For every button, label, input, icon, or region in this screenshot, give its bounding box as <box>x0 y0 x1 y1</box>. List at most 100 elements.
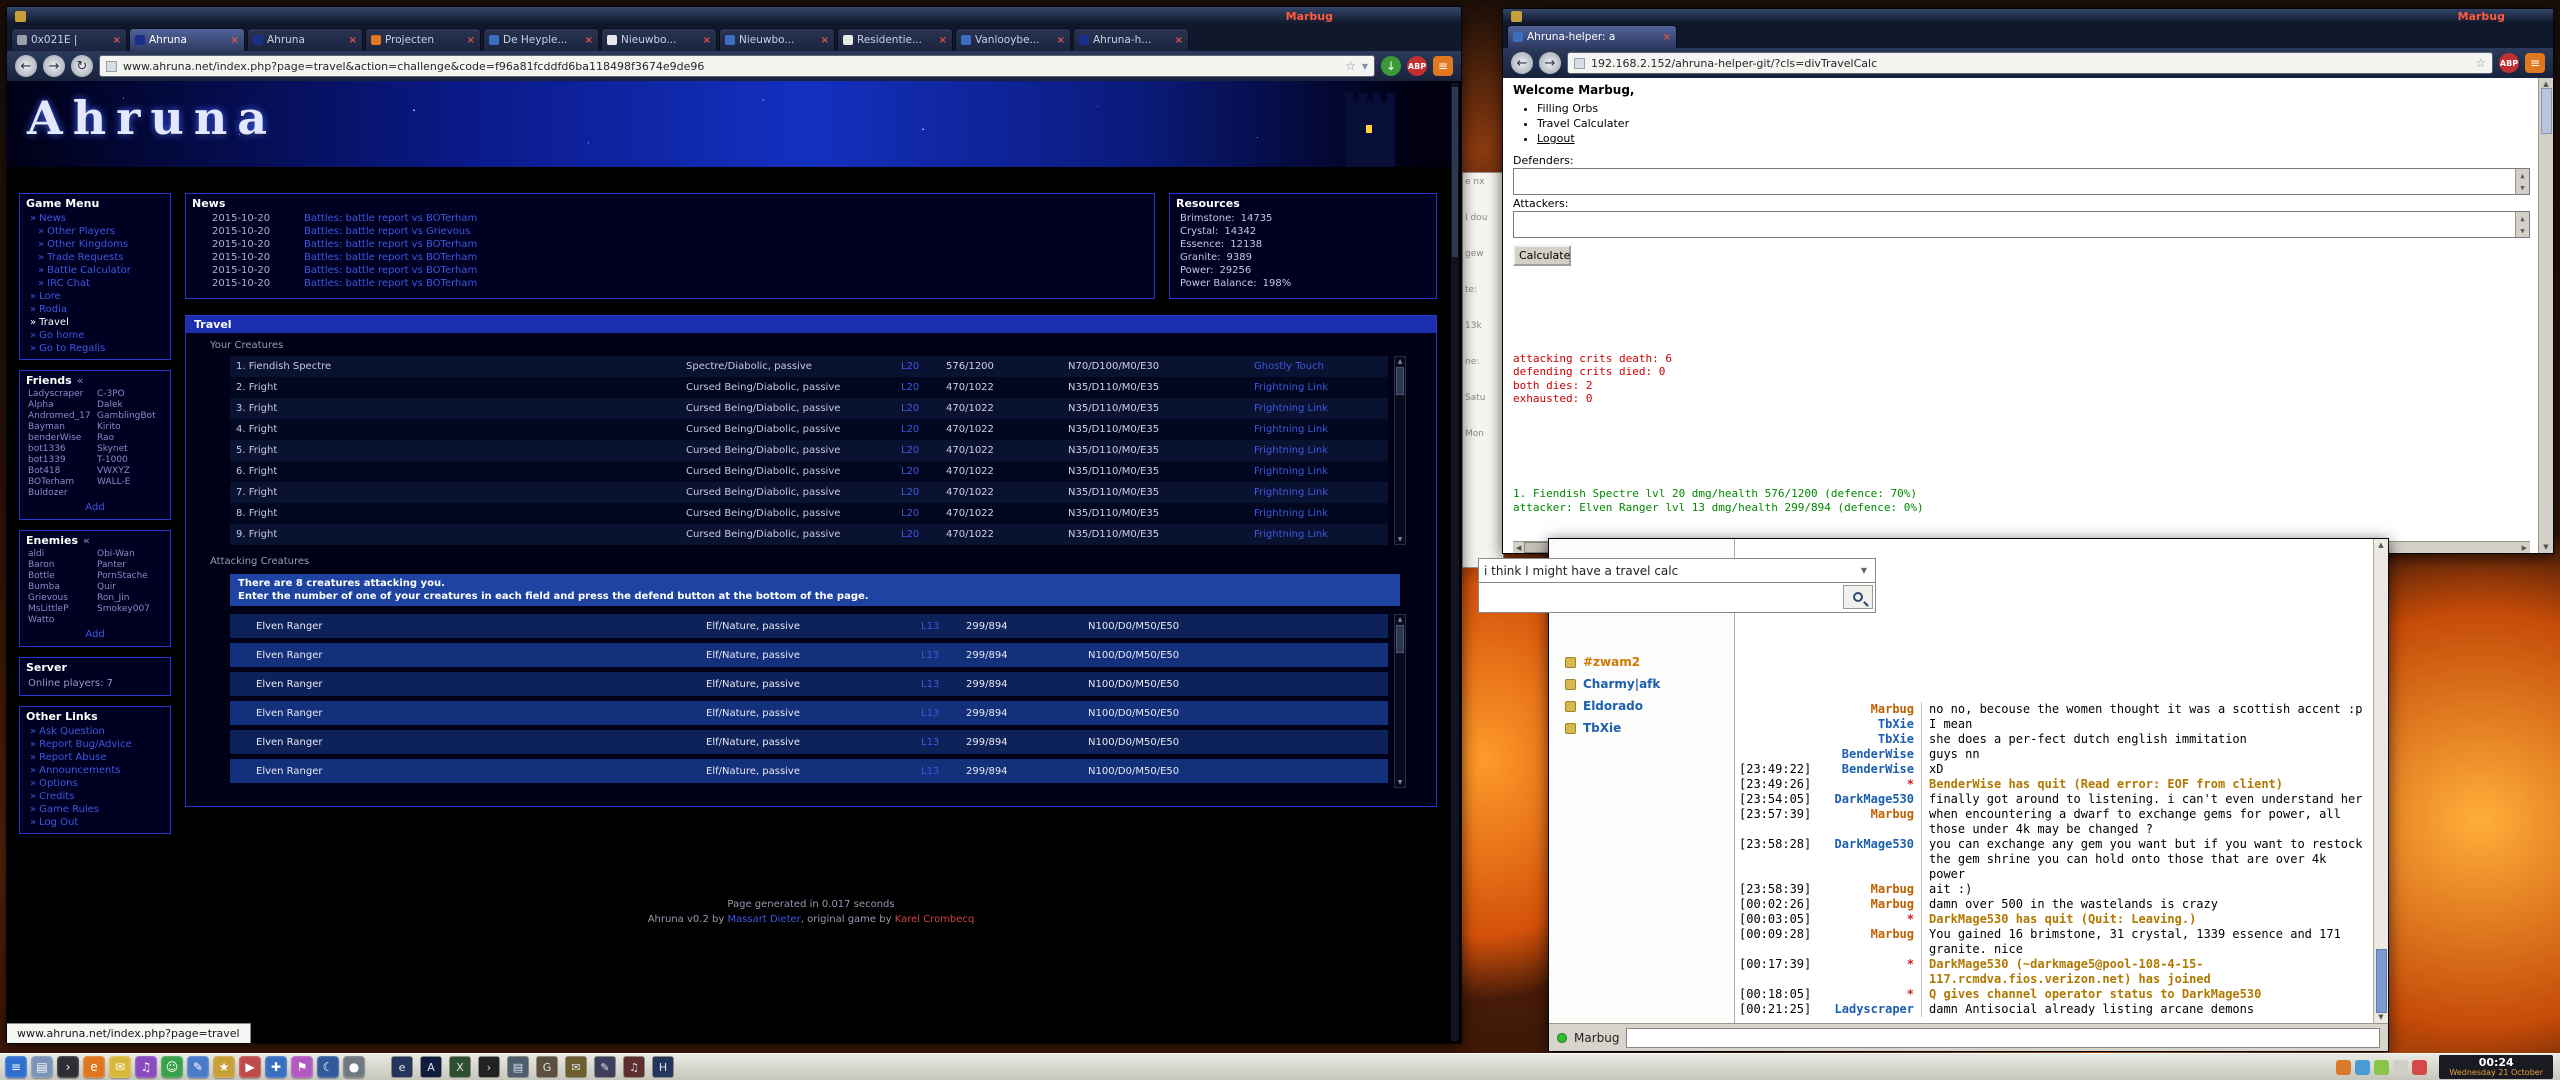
message-nick[interactable]: Marbug <box>1817 897 1921 912</box>
tab-close-icon[interactable]: × <box>349 35 357 46</box>
calculate-button[interactable]: Calculate <box>1513 245 1571 266</box>
editor-icon[interactable]: ✎ <box>187 1056 209 1078</box>
friend-name-link[interactable]: Ladyscraper <box>28 389 93 399</box>
tab-close-icon[interactable]: × <box>231 35 239 46</box>
friend-name-link[interactable]: Skynet <box>97 444 162 454</box>
enemy-name-link[interactable]: aldi <box>28 549 93 559</box>
friend-name-link[interactable]: VWXYZ <box>97 466 162 476</box>
music-icon[interactable]: ♫ <box>135 1056 157 1078</box>
bookmark-star-icon[interactable]: ☆ <box>2475 56 2486 70</box>
tab-close-icon[interactable]: × <box>821 35 829 46</box>
channel-item[interactable]: Charmy|afk <box>1549 673 1734 695</box>
creature-level-link[interactable]: L20 <box>901 445 946 456</box>
creature-ability-link[interactable]: Frightning Link <box>1254 445 1388 456</box>
download-icon[interactable]: ↓ <box>1381 56 1401 76</box>
reload-button[interactable]: ↻ <box>71 55 93 77</box>
friend-name-link[interactable]: Rao <box>97 433 162 443</box>
window-music[interactable]: ♫ <box>623 1056 645 1078</box>
friend-name-link[interactable]: Andromed_17 <box>28 411 93 421</box>
attackers-listbox[interactable]: There are 8 creatures attacking you.Ente… <box>1513 211 2530 238</box>
friend-name-link[interactable]: Dalek <box>97 400 162 410</box>
tab-close-icon[interactable]: × <box>585 35 593 46</box>
news-link[interactable]: Battles: battle report vs BOTerham <box>304 278 477 289</box>
titlebar[interactable]: Marbug <box>7 7 1461 25</box>
forward-button[interactable]: → <box>1539 52 1561 74</box>
search-input[interactable]: i think I might have a travel calc ▼ <box>1478 558 1876 583</box>
own-nick[interactable]: Marbug <box>1574 1031 1619 1045</box>
friend-name-link[interactable]: benderWise <box>28 433 93 443</box>
browser-tab[interactable]: Nieuwbo... × <box>601 28 717 51</box>
chat-icon[interactable]: ☺ <box>161 1056 183 1078</box>
attacker-level-link[interactable]: L13 <box>921 708 966 719</box>
window-xchat[interactable]: X <box>449 1056 471 1078</box>
friend-name-link[interactable]: Kirito <box>97 422 162 432</box>
add-friend-link[interactable]: Add <box>20 502 170 513</box>
page-scrollbar[interactable] <box>1451 83 1459 1041</box>
browser-tab[interactable]: Ahruna-h... × <box>1073 28 1189 51</box>
author-link[interactable]: Massart Dieter <box>727 914 800 925</box>
friend-name-link[interactable]: bot1336 <box>28 444 93 454</box>
scrollbar[interactable]: ▲▼ <box>2515 212 2529 237</box>
mail-icon[interactable]: ✉ <box>109 1056 131 1078</box>
browser-tab[interactable]: Ahruna × <box>247 28 363 51</box>
menu-link[interactable]: »Go home <box>20 329 170 342</box>
attacker-level-link[interactable]: L13 <box>921 650 966 661</box>
clock[interactable]: 00:24 Wednesday 21 October <box>2439 1055 2553 1079</box>
creature-ability-link[interactable]: Frightning Link <box>1254 403 1388 414</box>
attacker-level-link[interactable]: L13 <box>921 679 966 690</box>
news-link[interactable]: Battles: battle report vs BOTerham <box>304 213 477 224</box>
other-link[interactable]: »Report Bug/Advice <box>20 738 170 751</box>
menu-link[interactable]: »Battle Calculator <box>20 264 170 277</box>
enemy-name-link[interactable]: Obi-Wan <box>97 549 162 559</box>
creature-ability-link[interactable]: Frightning Link <box>1254 466 1388 477</box>
friend-name-link[interactable]: GamblingBot <box>97 411 162 421</box>
friend-name-link[interactable]: Buldozer <box>28 488 93 498</box>
tab-close-icon[interactable]: × <box>1057 35 1065 46</box>
chat-scrollbar[interactable]: ▲▼ <box>2373 539 2388 1023</box>
original-author-link[interactable]: Karel Crombecq <box>895 914 975 925</box>
app-menu-icon[interactable]: ≡ <box>5 1056 27 1078</box>
creature-level-link[interactable]: L20 <box>901 529 946 540</box>
window-gimp[interactable]: G <box>536 1056 558 1078</box>
enemy-name-link[interactable]: Quir <box>97 582 162 592</box>
forward-button[interactable]: → <box>43 55 65 77</box>
tab-close-icon[interactable]: × <box>703 35 711 46</box>
enemy-name-link[interactable]: Bottle <box>28 571 93 581</box>
scrollbar[interactable]: ▲▼ <box>2515 169 2529 194</box>
window-editor[interactable]: ✎ <box>594 1056 616 1078</box>
creature-ability-link[interactable]: Frightning Link <box>1254 529 1388 540</box>
creature-ability-link[interactable]: Frightning Link <box>1254 424 1388 435</box>
tab-close-icon[interactable]: × <box>939 35 947 46</box>
creature-ability-link[interactable]: Ghostly Touch <box>1254 361 1388 372</box>
games-icon[interactable]: ⚑ <box>291 1056 313 1078</box>
message-nick[interactable]: TbXie <box>1817 717 1921 732</box>
other-link[interactable]: »Ask Question <box>20 725 170 738</box>
attacker-level-link[interactable]: L13 <box>921 766 966 777</box>
news-link[interactable]: Battles: battle report vs BOTerham <box>304 252 477 263</box>
friend-name-link[interactable]: Bayman <box>28 422 93 432</box>
creature-ability-link[interactable]: Frightning Link <box>1254 382 1388 393</box>
bookmark-icon[interactable]: ★ <box>213 1056 235 1078</box>
collapse-icon[interactable]: « <box>77 374 84 387</box>
scrollbar[interactable]: ▲▼ <box>1394 356 1406 545</box>
bookmark-star-icon[interactable]: ☆ <box>1345 59 1356 73</box>
friend-name-link[interactable]: T-1000 <box>97 455 162 465</box>
browser-tab[interactable]: Vanlooybe... × <box>955 28 1071 51</box>
dropdown-arrow-icon[interactable]: ▼ <box>1858 566 1870 575</box>
menu-link[interactable]: »IRC Chat <box>20 277 170 290</box>
other-link[interactable]: »Log Out <box>20 816 170 829</box>
tab-close-icon[interactable]: × <box>1663 32 1671 43</box>
other-link[interactable]: »Announcements <box>20 764 170 777</box>
friend-name-link[interactable]: BOTerham <box>28 477 93 487</box>
collapse-icon[interactable]: « <box>83 534 90 547</box>
creature-level-link[interactable]: L20 <box>901 487 946 498</box>
creature-level-link[interactable]: L20 <box>901 382 946 393</box>
enemy-name-link[interactable]: PornStache <box>97 571 162 581</box>
message-nick[interactable]: Marbug <box>1817 927 1921 942</box>
message-nick[interactable]: * <box>1817 777 1921 792</box>
tray-update-icon[interactable] <box>2374 1060 2389 1075</box>
friend-name-link[interactable]: Bot418 <box>28 466 93 476</box>
menu-link[interactable]: »Other Players <box>20 225 170 238</box>
helper-menu-link[interactable]: Travel Calculater <box>1537 116 2530 131</box>
menu-link[interactable]: »Rodia <box>20 303 170 316</box>
